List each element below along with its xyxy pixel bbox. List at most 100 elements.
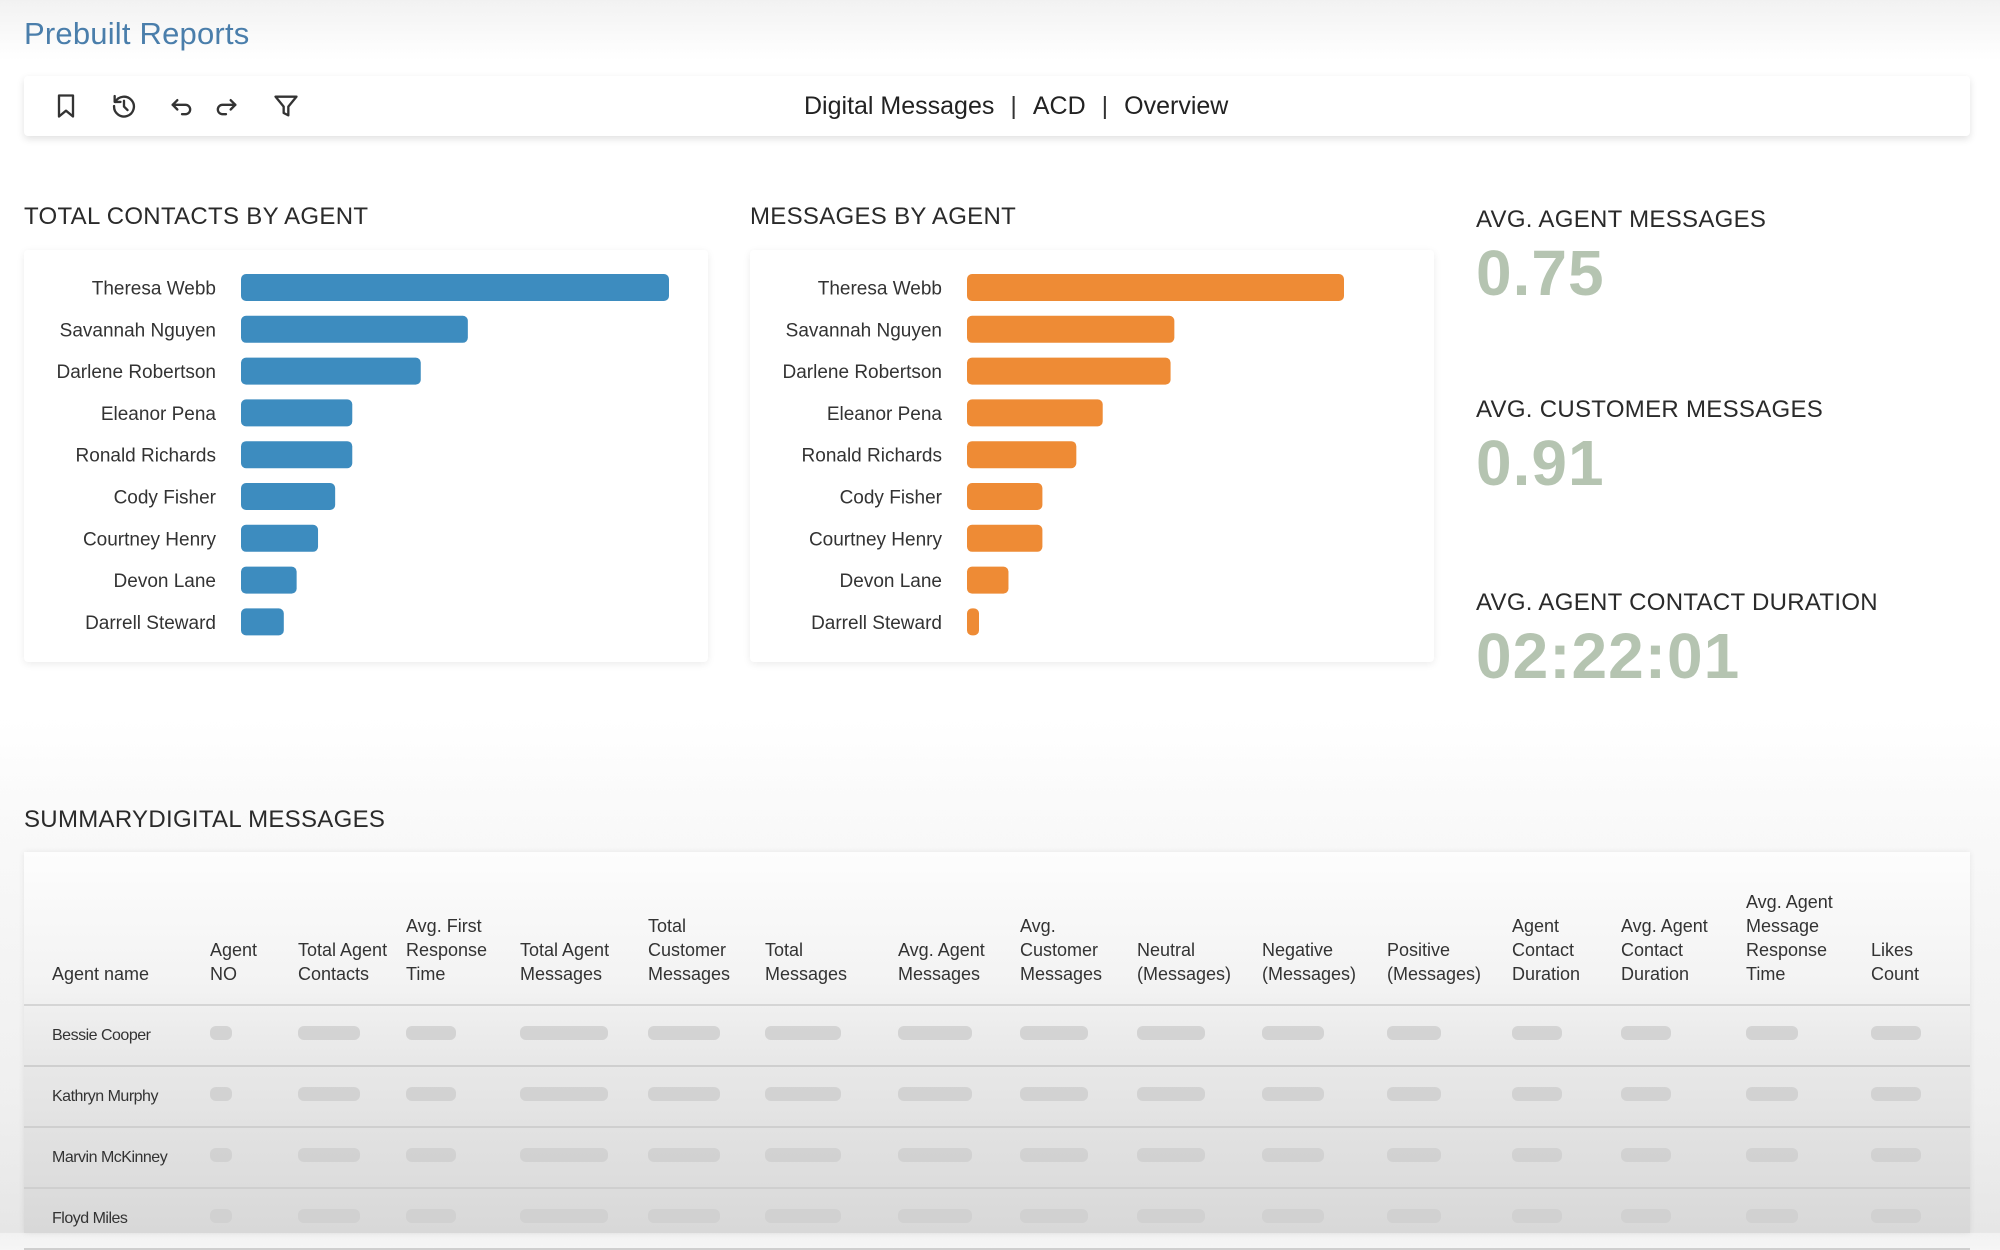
loading-placeholder <box>1387 1026 1441 1040</box>
table-cell <box>640 1005 757 1067</box>
loading-placeholder <box>1262 1209 1324 1223</box>
bar-devon-lane[interactable] <box>967 566 1009 594</box>
contacts-chart-title: TOTAL CONTACTS BY AGENT <box>24 203 369 230</box>
bar-savannah-nguyen[interactable] <box>967 315 1175 343</box>
bar-courtney-henry[interactable] <box>967 524 1043 552</box>
loading-placeholder <box>520 1209 608 1223</box>
redo-icon[interactable] <box>210 90 242 122</box>
column-header[interactable]: Agent Contact Duration <box>1504 852 1613 1006</box>
breadcrumb-digital-messages[interactable]: Digital Messages <box>804 92 994 121</box>
bar-darlene-robertson[interactable] <box>241 357 421 385</box>
table-row[interactable]: Kathryn Murphy <box>24 1066 1970 1128</box>
bar-eleanor-pena[interactable] <box>241 399 353 427</box>
breadcrumb-acd[interactable]: ACD <box>1033 92 1086 121</box>
column-header[interactable]: Total Agent Contacts <box>290 852 398 1006</box>
table-cell <box>512 1066 640 1128</box>
loading-placeholder <box>1512 1148 1562 1162</box>
column-header[interactable]: Avg. Agent Message Response Time <box>1738 852 1863 1006</box>
loading-placeholder <box>210 1148 232 1162</box>
breadcrumb-overview[interactable]: Overview <box>1124 92 1228 121</box>
loading-placeholder <box>898 1209 972 1223</box>
agent-name-cell: Floyd Miles <box>24 1188 202 1250</box>
column-header[interactable]: Avg. First Response Time <box>398 852 512 1006</box>
loading-placeholder <box>648 1026 720 1040</box>
bar-cody-fisher[interactable] <box>241 483 336 510</box>
column-header[interactable]: Positive (Messages) <box>1379 852 1504 1006</box>
breadcrumb-separator: | <box>1010 91 1017 120</box>
bar-label: Cody Fisher <box>114 488 217 509</box>
bar-darrell-steward[interactable] <box>241 608 284 636</box>
table-cell <box>1254 1188 1379 1250</box>
table-row[interactable]: Floyd Miles <box>24 1188 1970 1250</box>
table-cell <box>1012 1066 1129 1128</box>
loading-placeholder <box>648 1087 720 1101</box>
loading-placeholder <box>1387 1148 1441 1162</box>
table-cell <box>890 1066 1012 1128</box>
bar-theresa-webb[interactable] <box>241 274 669 301</box>
loading-placeholder <box>406 1026 456 1040</box>
loading-placeholder <box>1262 1026 1324 1040</box>
filter-icon[interactable] <box>270 90 302 122</box>
bar-label: Devon Lane <box>114 571 216 592</box>
table-header-row: Agent name Agent NO Total Agent Contacts Av… <box>24 852 1970 1006</box>
column-header[interactable]: Avg. Customer Messages <box>1012 852 1129 1006</box>
kpi-value: 0.91 <box>1476 427 1605 499</box>
loading-placeholder <box>406 1087 456 1101</box>
column-header[interactable]: Avg. Agent Contact Duration <box>1613 852 1738 1006</box>
loading-placeholder <box>1621 1026 1671 1040</box>
table-cell <box>290 1127 398 1189</box>
loading-placeholder <box>298 1026 360 1040</box>
history-icon[interactable] <box>108 90 140 122</box>
kpi-avg-agent-messages: AVG. AGENT MESSAGES 0.75 <box>1476 206 1766 310</box>
table-cell <box>1738 1066 1863 1128</box>
bar-devon-lane[interactable] <box>241 566 297 594</box>
table-body: Bessie Cooper Kathryn Murphy Marvin McKinn… <box>24 1005 1970 1250</box>
column-header[interactable]: Total Agent Messages <box>512 852 640 1006</box>
kpi-value: 02:22:01 <box>1476 620 1741 692</box>
table-row[interactable]: Marvin McKinney <box>24 1127 1970 1189</box>
column-header[interactable]: Avg. Agent Messages <box>890 852 1012 1006</box>
bar-ronald-richards[interactable] <box>241 441 353 469</box>
table-row[interactable]: Bessie Cooper <box>24 1005 1970 1067</box>
column-header[interactable]: Total Customer Messages <box>640 852 757 1006</box>
loading-placeholder <box>765 1148 841 1162</box>
loading-placeholder <box>1621 1209 1671 1223</box>
loading-placeholder <box>210 1026 232 1040</box>
loading-placeholder <box>1512 1087 1562 1101</box>
bar-eleanor-pena[interactable] <box>967 399 1103 427</box>
bar-cody-fisher[interactable] <box>967 483 1043 510</box>
loading-placeholder <box>210 1209 232 1223</box>
bar-darlene-robertson[interactable] <box>967 357 1171 385</box>
column-header[interactable]: Likes Count <box>1863 852 1970 1006</box>
table-cell <box>1254 1127 1379 1189</box>
bookmark-icon[interactable] <box>50 90 82 122</box>
contacts-chart-svg: Theresa Webb Savannah Nguyen Darlene Rober… <box>57 274 669 636</box>
loading-placeholder <box>1387 1209 1441 1223</box>
bar-label: Courtney Henry <box>83 529 217 550</box>
table-cell <box>1379 1005 1504 1067</box>
bar-darrell-steward[interactable] <box>967 608 979 636</box>
table-cell <box>1863 1066 1970 1128</box>
messages-chart-title: MESSAGES BY AGENT <box>750 203 1017 230</box>
undo-icon[interactable] <box>166 90 198 122</box>
loading-placeholder <box>1621 1148 1671 1162</box>
bar-ronald-richards[interactable] <box>967 441 1077 469</box>
page-title: Prebuilt Reports <box>24 16 250 51</box>
table-cell <box>757 1005 890 1067</box>
bar-savannah-nguyen[interactable] <box>241 315 468 343</box>
column-header[interactable]: Agent name <box>24 852 202 1006</box>
table-cell <box>1613 1188 1738 1250</box>
loading-placeholder <box>1262 1148 1324 1162</box>
bar-courtney-henry[interactable] <box>241 524 319 552</box>
kpi-value: 0.75 <box>1476 237 1605 309</box>
bar-label: Cody Fisher <box>840 488 943 509</box>
summary-table-card: Agent name Agent NO Total Agent Contacts Av… <box>24 852 1970 1250</box>
column-header[interactable]: Total Messages <box>757 852 890 1006</box>
loading-placeholder <box>1020 1087 1088 1101</box>
loading-placeholder <box>520 1087 608 1101</box>
bar-theresa-webb[interactable] <box>967 274 1344 301</box>
column-header[interactable]: Agent NO <box>202 852 290 1006</box>
column-header[interactable]: Neutral (Messages) <box>1129 852 1254 1006</box>
column-header[interactable]: Negative (Messages) <box>1254 852 1379 1006</box>
loading-placeholder <box>298 1209 360 1223</box>
